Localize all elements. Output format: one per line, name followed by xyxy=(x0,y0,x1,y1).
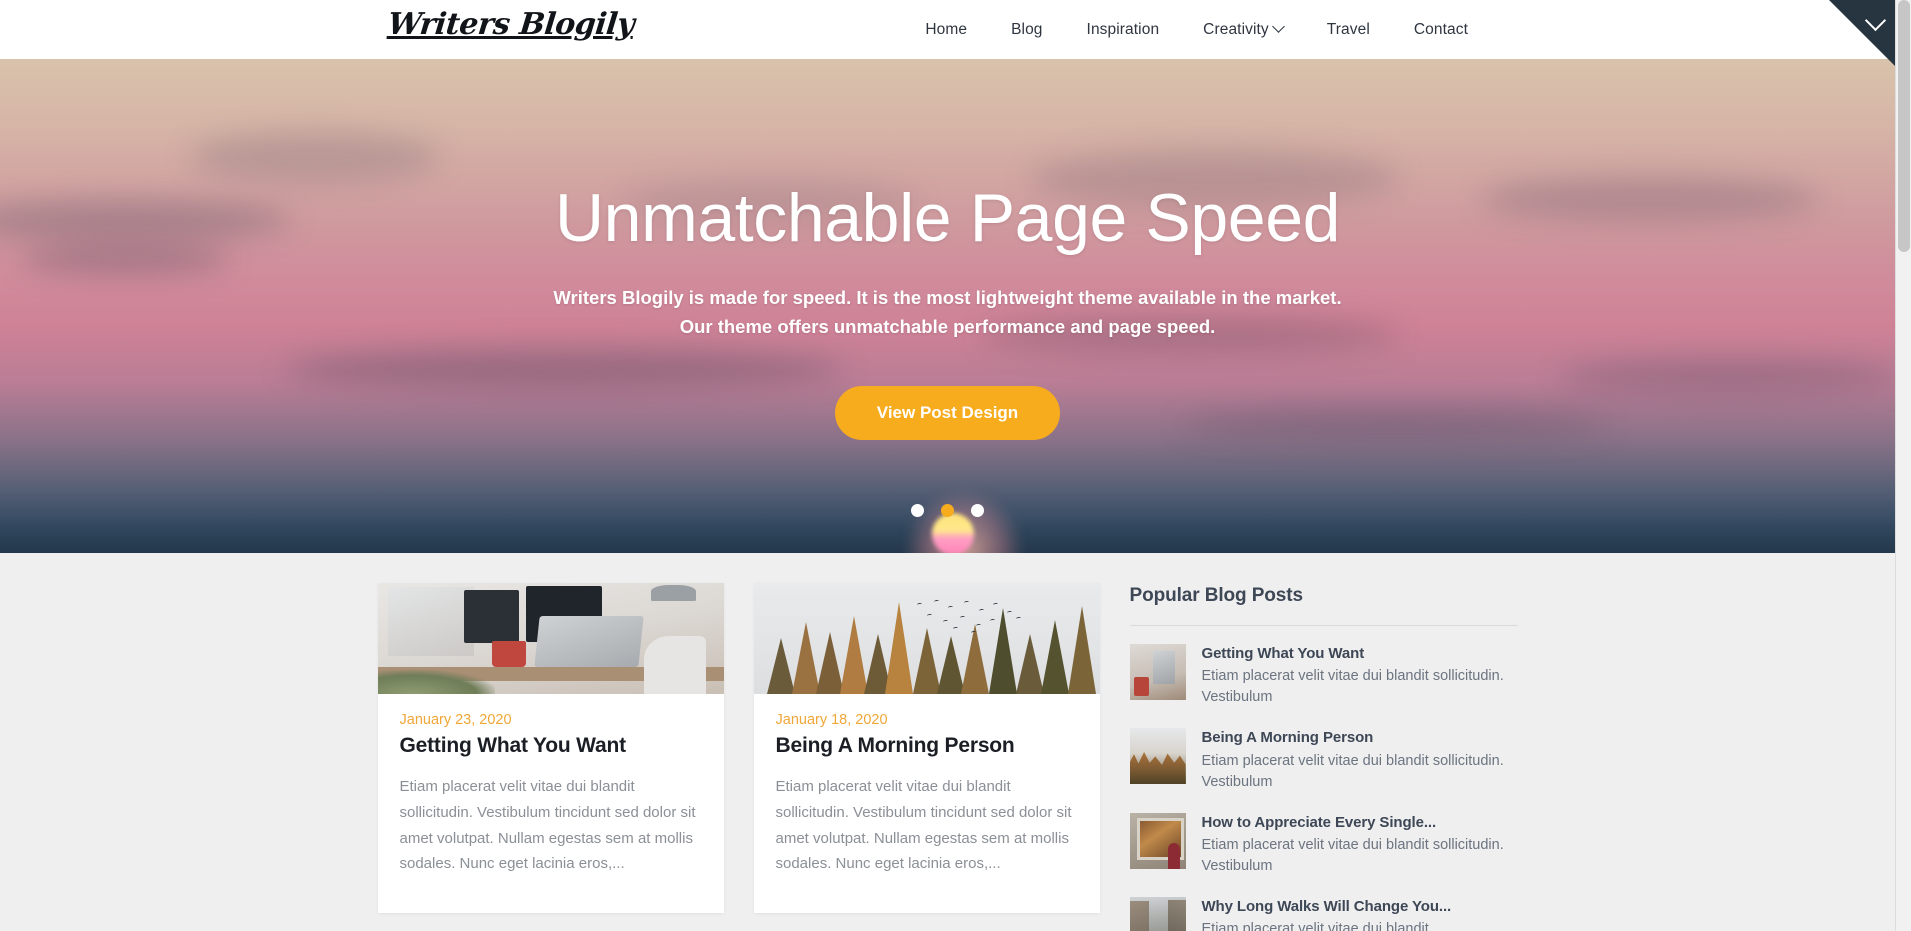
nav-label: Inspiration xyxy=(1086,20,1160,38)
popular-post-title[interactable]: Getting What You Want xyxy=(1202,644,1518,664)
popular-post-excerpt: Etiam placerat velit vitae dui blandit s… xyxy=(1201,836,1504,874)
nav-item-travel[interactable]: Travel xyxy=(1305,21,1392,39)
post-title[interactable]: Getting What You Want xyxy=(400,734,702,758)
popular-post-title[interactable]: How to Appreciate Every Single... xyxy=(1202,813,1518,833)
carousel-dot-1[interactable] xyxy=(911,504,924,517)
chevron-down-icon xyxy=(1271,20,1285,33)
popular-post-excerpt: Etiam placerat velit vitae dui blandit xyxy=(1201,921,1429,931)
popular-post-item[interactable]: Why Long Walks Will Change You... Etiam … xyxy=(1129,896,1518,931)
page-scrollbar[interactable] xyxy=(1895,0,1911,931)
hero-slider: Unmatchable Page Speed Writers Blogily i… xyxy=(0,59,1895,553)
hero-title: Unmatchable Page Speed xyxy=(554,180,1341,256)
popular-post-title[interactable]: Why Long Walks Will Change You... xyxy=(1202,897,1518,917)
popular-post-thumbnail[interactable] xyxy=(1129,644,1186,700)
hero-cta-wrapper: View Post Design xyxy=(0,385,1895,440)
post-list: January 23, 2020 Getting What You Want E… xyxy=(377,583,1100,931)
nav-label: Contact xyxy=(1413,20,1468,38)
popular-post-thumbnail[interactable] xyxy=(1129,896,1186,931)
post-date: January 18, 2020 xyxy=(775,712,888,728)
sidebar-title: Popular Blog Posts xyxy=(1129,585,1304,606)
nav-item-blog[interactable]: Blog xyxy=(989,21,1064,39)
nav-item-inspiration[interactable]: Inspiration xyxy=(1065,21,1182,39)
hero-content: Unmatchable Page Speed Writers Blogily i… xyxy=(0,59,1895,440)
nav-label: Blog xyxy=(1011,20,1043,38)
popular-post-thumbnail[interactable] xyxy=(1129,728,1186,785)
popular-post-thumbnail[interactable] xyxy=(1129,812,1186,869)
scrollbar-thumb[interactable] xyxy=(1898,0,1910,252)
corner-ribbon-toggle[interactable] xyxy=(1829,0,1895,66)
carousel-dot-3[interactable] xyxy=(971,504,984,517)
post-excerpt: Etiam placerat velit vitae dui blandit s… xyxy=(775,778,1072,873)
post-excerpt: Etiam placerat velit vitae dui blandit s… xyxy=(399,778,696,873)
popular-post-excerpt: Etiam placerat velit vitae dui blandit s… xyxy=(1201,752,1504,790)
nav-label: Travel xyxy=(1326,20,1370,38)
nav-item-home[interactable]: Home xyxy=(903,21,989,39)
popular-post-item[interactable]: How to Appreciate Every Single... Etiam … xyxy=(1129,812,1518,877)
hero-subtitle: Writers Blogily is made for speed. It is… xyxy=(0,284,1895,341)
site-logo[interactable]: Writers Blogily xyxy=(386,7,636,42)
nav-item-creativity[interactable]: Creativity xyxy=(1181,20,1305,39)
ribbon-triangle xyxy=(1829,0,1895,66)
nav-label: Home xyxy=(925,20,968,38)
main-content: January 23, 2020 Getting What You Want E… xyxy=(0,553,1895,931)
birds-decoration xyxy=(913,599,1031,646)
forest-birds-image xyxy=(753,583,1100,694)
post-thumbnail-forest[interactable] xyxy=(753,583,1100,694)
view-post-design-button[interactable]: View Post Design xyxy=(834,385,1061,440)
sidebar-popular-posts: Popular Blog Posts Getting What You Want… xyxy=(1129,583,1518,931)
desk-laptop-image xyxy=(377,583,724,694)
page-root: Writers Blogily Home Blog Inspiration Cr… xyxy=(0,0,1895,931)
hero-subtitle-line2: Our theme offers unmatchable performance… xyxy=(679,316,1216,338)
popular-post-item[interactable]: Getting What You Want Etiam placerat vel… xyxy=(1129,644,1518,708)
post-card[interactable]: January 23, 2020 Getting What You Want E… xyxy=(377,583,724,914)
hero-subtitle-line1: Writers Blogily is made for speed. It is… xyxy=(553,287,1342,309)
popular-post-excerpt: Etiam placerat velit vitae dui blandit s… xyxy=(1201,668,1504,706)
main-navigation: Home Blog Inspiration Creativity Travel … xyxy=(903,0,1490,59)
sun-icon xyxy=(932,513,974,553)
site-header: Writers Blogily Home Blog Inspiration Cr… xyxy=(0,0,1895,59)
post-title[interactable]: Being A Morning Person xyxy=(776,734,1078,758)
popular-post-item[interactable]: Being A Morning Person Etiam placerat ve… xyxy=(1129,728,1518,792)
nav-label: Creativity xyxy=(1203,20,1269,38)
sidebar-divider xyxy=(1129,625,1518,626)
post-date: January 23, 2020 xyxy=(399,712,512,728)
nav-item-contact[interactable]: Contact xyxy=(1392,21,1490,39)
carousel-dots xyxy=(0,504,1895,517)
popular-post-title[interactable]: Being A Morning Person xyxy=(1202,728,1518,748)
carousel-dot-2[interactable] xyxy=(941,504,954,517)
post-card[interactable]: January 18, 2020 Being A Morning Person … xyxy=(753,583,1100,914)
post-thumbnail-desk[interactable] xyxy=(377,583,724,694)
